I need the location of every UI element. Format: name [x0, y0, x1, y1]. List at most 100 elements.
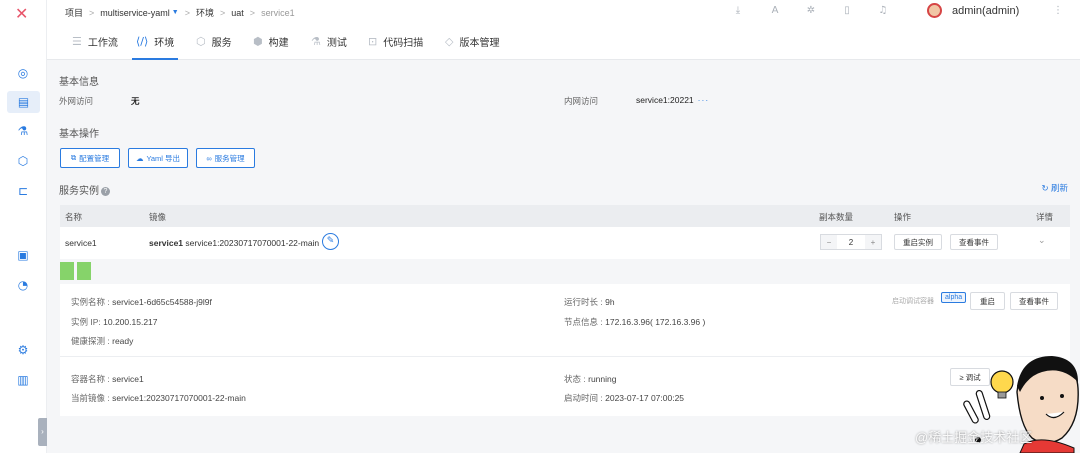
share-icon[interactable]: ✲ — [804, 4, 818, 18]
service-instances-title: 服务实例? — [59, 182, 110, 197]
node-label: 节点信息 : — [564, 317, 603, 327]
tab-code-scan[interactable]: ⊡ 代码扫描 — [368, 22, 423, 60]
user-name[interactable]: admin(admin) — [952, 5, 1019, 17]
tab-workflow[interactable]: ☰ 工作流 — [72, 22, 118, 60]
table-row: service1 service1 service1:2023071707000… — [60, 227, 1070, 259]
view-events-button[interactable]: 查看事件 — [950, 234, 998, 250]
plugin-icon[interactable]: ▥ — [14, 371, 32, 389]
node-info: 节点信息 : 172.16.3.96( 172.16.3.96 ) — [564, 316, 705, 328]
container-name: 容器名称 : service1 — [71, 373, 144, 385]
test-icon[interactable]: ⚗ — [14, 122, 32, 140]
breadcrumb-project-name[interactable]: multiservice-yaml — [100, 8, 170, 18]
brand-logo-icon[interactable]: ✕ — [15, 4, 28, 23]
column-details: 详情 — [1036, 212, 1054, 222]
external-access-label: 外网访问 — [59, 96, 94, 106]
flask-icon: ⚗ — [311, 34, 321, 48]
dashboard-icon[interactable]: ◎ — [14, 64, 32, 82]
status-label: 状态 : — [564, 374, 586, 384]
start-time-label: 启动时间 : — [564, 393, 603, 403]
current-image-label: 当前镜像 : — [71, 393, 110, 403]
tab-label: 工作流 — [87, 37, 118, 49]
image-tag: service1:20230717070001-22-main — [185, 238, 320, 248]
replicas-stepper[interactable]: − 2 + — [820, 234, 882, 250]
instance-ip-value: 10.200.15.217 — [103, 317, 158, 327]
button-label: Yaml 导出 — [146, 153, 181, 163]
pod-status-bar[interactable] — [77, 262, 91, 280]
start-time: 启动时间 : 2023-07-17 07:00:25 — [564, 392, 684, 404]
monitor-icon[interactable]: ▣ — [14, 246, 32, 264]
tab-label: 测试 — [326, 37, 347, 49]
tab-label: 构建 — [268, 37, 289, 49]
current-image-value: service1:20230717070001-22-main — [112, 393, 246, 403]
sidebar-collapse-handle[interactable]: › — [38, 418, 47, 446]
code-icon: ⟨/⟩ — [136, 34, 149, 48]
workflow-icon: ☰ — [72, 34, 82, 48]
increment-button[interactable]: + — [865, 235, 881, 249]
pod-detail-panel: 实例名称 : service1-6d65c54588-j9l9f 实例 IP: … — [60, 284, 1070, 416]
service-manage-button[interactable]: ∞ 服务管理 — [196, 148, 255, 168]
alpha-badge: alpha — [941, 292, 967, 303]
scan-icon: ⊡ — [368, 34, 378, 48]
tab-test[interactable]: ⚗ 测试 — [311, 22, 347, 60]
column-name: 名称 — [65, 212, 83, 222]
breadcrumb-separator: > — [220, 7, 226, 18]
tab-label: 代码扫描 — [383, 37, 424, 49]
pod-status-bar[interactable] — [60, 262, 74, 280]
refresh-button[interactable]: ↻ 刷新 — [1042, 182, 1068, 194]
config-manage-button[interactable]: ⧉ 配置管理 — [60, 148, 120, 168]
restart-pod-button[interactable]: 重启 — [970, 292, 1005, 310]
workflow-icon[interactable]: ⊏ — [14, 182, 32, 200]
build-icon: ⬢ — [253, 34, 263, 48]
translate-icon[interactable]: A — [768, 4, 782, 18]
breadcrumb: 项目 > multiservice-yaml ▼ > 环境 > uat > se… — [65, 6, 295, 19]
edit-icon[interactable]: ✎ — [322, 233, 339, 250]
runtime: 运行时长 : 9h — [564, 296, 615, 308]
avatar[interactable] — [927, 3, 942, 18]
instance-ip: 实例 IP: 10.200.15.217 — [71, 316, 158, 328]
tab-environment[interactable]: ⟨/⟩ 环境 — [131, 22, 179, 60]
instances-title-text: 服务实例 — [59, 186, 99, 197]
insight-icon[interactable]: ◔ — [14, 276, 32, 294]
tab-label: 服务 — [211, 37, 232, 49]
tab-bar: ☰ 工作流 ⟨/⟩ 环境 ⬡ 服务 ⬢ 构建 ⚗ 测试 ⊡ 代码扫描 ◇ 版本管… — [47, 22, 1080, 60]
sidebar: ✕ ◎ ▤ ⚗ ⬡ ⊏ ▣ ◔ ⚙ ▥ › — [0, 0, 47, 453]
replicas-value[interactable]: 2 — [837, 235, 865, 249]
help-icon[interactable]: ? — [101, 187, 110, 196]
more-icon[interactable]: ··· — [698, 95, 710, 105]
breadcrumb-separator: > — [249, 7, 256, 18]
chevron-down-icon[interactable]: ⌄ — [1038, 236, 1046, 246]
breadcrumb-project[interactable]: 项目 — [65, 6, 83, 19]
breadcrumb-separator: > — [184, 7, 190, 18]
external-link-icon: ⧉ — [70, 153, 77, 162]
book-icon[interactable]: ▯ — [840, 4, 854, 18]
button-label: 服务管理 — [214, 153, 245, 163]
breadcrumb-env[interactable]: 环境 — [196, 6, 214, 19]
more-vertical-icon[interactable]: ⋮ — [1051, 4, 1065, 18]
health-label: 健康探测 : — [71, 336, 110, 346]
external-access-value: 无 — [131, 96, 140, 106]
tab-version[interactable]: ◇ 版本管理 — [445, 22, 499, 60]
bell-icon[interactable]: ♫ — [876, 4, 890, 18]
internal-access-address: service1:20221 — [636, 95, 694, 105]
tab-service[interactable]: ⬡ 服务 — [196, 22, 232, 60]
table-header: 名称 镜像 副本数量 操作 详情 — [60, 205, 1070, 227]
pod-events-button[interactable]: 查看事件 — [1010, 292, 1058, 310]
instance-name-label: 实例名称 : — [71, 297, 110, 307]
yaml-export-button[interactable]: ☁ Yaml 导出 — [128, 148, 188, 168]
restart-instance-button[interactable]: 重启实例 — [894, 234, 942, 250]
link-icon: ∞ — [206, 153, 212, 163]
download-icon[interactable]: ⤓ — [731, 4, 745, 18]
project-icon[interactable]: ▤ — [7, 91, 40, 113]
artifact-icon[interactable]: ⬡ — [14, 152, 32, 170]
breadcrumb-separator: > — [89, 7, 95, 18]
tab-label: 环境 — [154, 37, 175, 49]
chevron-down-icon[interactable]: ▼ — [172, 9, 179, 16]
tab-build[interactable]: ⬢ 构建 — [253, 22, 289, 60]
button-label: 配置管理 — [79, 153, 110, 163]
status-value: running — [588, 374, 617, 384]
settings-icon[interactable]: ⚙ — [14, 341, 32, 359]
service-image: service1 service1:20230717070001-22-main — [149, 238, 319, 248]
decrement-button[interactable]: − — [821, 235, 837, 249]
column-image: 镜像 — [149, 212, 167, 222]
breadcrumb-env-name[interactable]: uat — [231, 8, 244, 18]
